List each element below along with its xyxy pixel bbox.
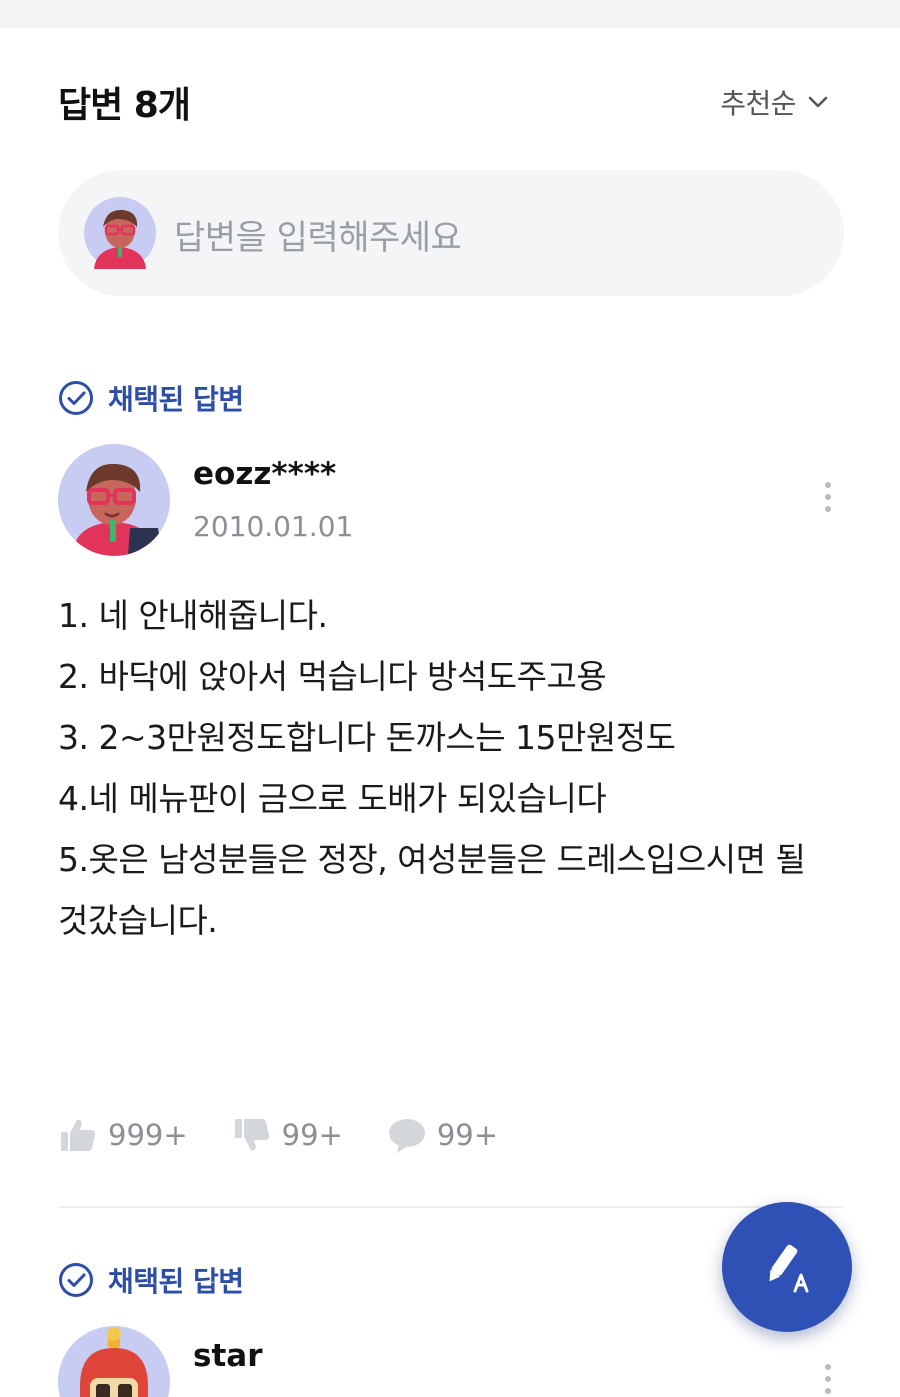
answer-line: 4.네 메뉴판이 금으로 도배가 되있습니다 <box>58 779 607 818</box>
answer-content: 1. 네 안내해줍니다. 2. 바닥에 앉아서 먹습니다 방석도주고용 3. 2… <box>58 585 848 951</box>
more-vertical-icon[interactable] <box>814 1364 842 1397</box>
answer-line: 것갔습니다. <box>58 901 218 940</box>
comment-count: 99+ <box>436 1118 499 1152</box>
like-count: 999+ <box>108 1118 188 1152</box>
accepted-answer-label: 채택된 답변 <box>108 1265 244 1298</box>
avatar[interactable] <box>58 1326 170 1397</box>
answer-line: 2. 바닥에 앉아서 먹습니다 방석도주고용 <box>58 657 607 696</box>
reaction-bar: 999+ 99+ 99+ <box>58 1110 542 1160</box>
answer-input-placeholder: 답변을 입력해주세요 <box>174 218 462 258</box>
like-button[interactable]: 999+ <box>58 1115 188 1155</box>
answer-line: 5.옷은 남성분들은 정장, 여성분들은 드레스입으시면 될 <box>58 840 806 879</box>
accepted-answer-label: 채택된 답변 <box>108 383 244 416</box>
my-avatar <box>84 197 156 269</box>
dislike-button[interactable]: 99+ <box>232 1115 343 1155</box>
answer-date: 2010.01.01 <box>193 510 354 543</box>
accepted-answer-badge: 채택된 답변 <box>58 378 244 418</box>
more-vertical-icon[interactable] <box>814 482 842 522</box>
comment-icon <box>388 1119 425 1153</box>
sort-label: 추천순 <box>720 87 796 120</box>
accepted-answer-badge: 채택된 답변 <box>58 1260 244 1300</box>
pen-write-icon <box>769 1244 809 1293</box>
author-username[interactable]: eozz**** <box>193 456 336 492</box>
answer-line: 1. 네 안내해줍니다. <box>58 596 328 635</box>
check-circle-icon <box>59 381 93 415</box>
answer-author: star <box>58 1326 842 1397</box>
avatar[interactable] <box>58 444 170 556</box>
top-strip <box>0 0 900 28</box>
sort-dropdown[interactable]: 추천순 <box>720 82 830 122</box>
author-username[interactable]: star <box>193 1338 262 1374</box>
thumbs-down-icon <box>234 1119 269 1151</box>
dislike-count: 99+ <box>281 1118 343 1152</box>
answer-input[interactable]: 답변을 입력해주세요 <box>58 170 844 296</box>
write-answer-button[interactable] <box>722 1202 852 1332</box>
thumbs-up-icon <box>61 1119 96 1151</box>
check-circle-icon <box>59 1263 93 1297</box>
answer-line: 3. 2~3만원정도합니다 돈까스는 15만원정도 <box>58 718 676 757</box>
answers-count-title: 답변 8개 <box>58 85 191 126</box>
comment-button[interactable]: 99+ <box>387 1115 498 1155</box>
chevron-down-icon <box>808 96 828 108</box>
answers-header: 답변 8개 추천순 <box>58 76 842 126</box>
divider <box>58 1206 844 1208</box>
answer-author: eozz**** 2010.01.01 <box>58 444 842 564</box>
